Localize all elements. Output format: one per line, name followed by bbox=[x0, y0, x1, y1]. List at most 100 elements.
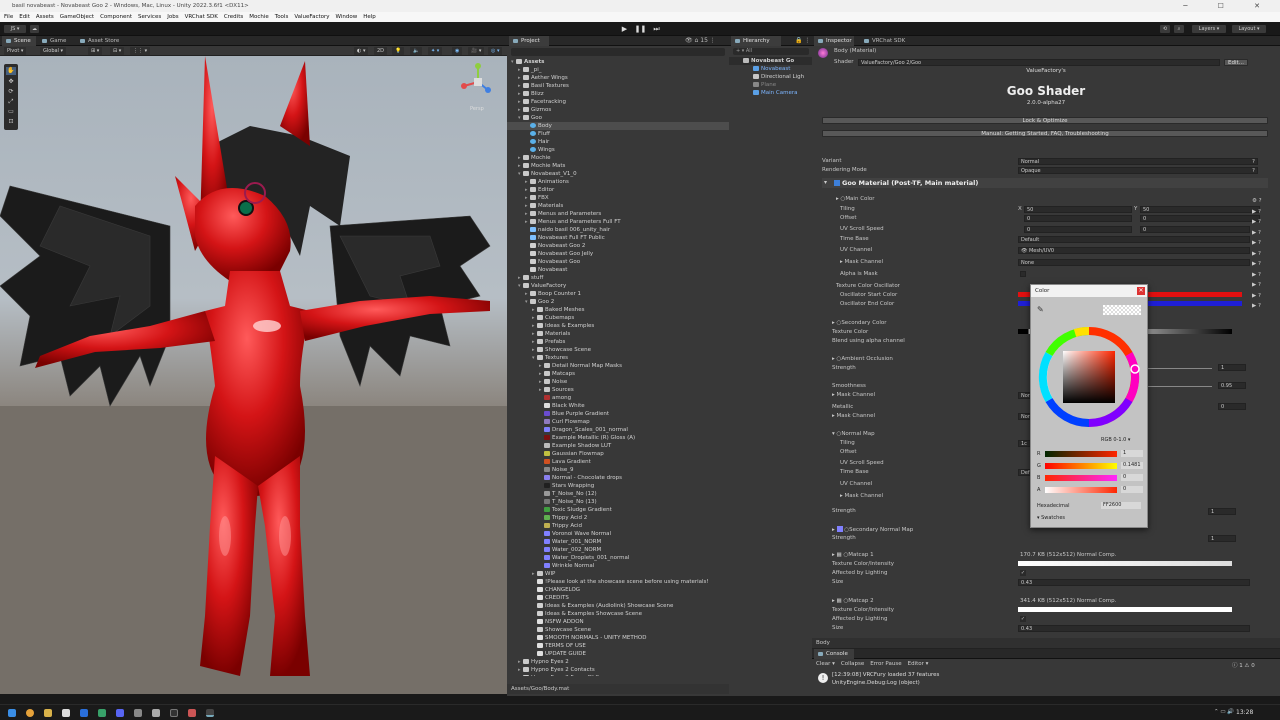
tab-inspector[interactable]: Inspector bbox=[814, 36, 854, 46]
sn-strength-field[interactable]: 1 bbox=[1208, 535, 1236, 542]
menu-credits[interactable]: Credits bbox=[224, 12, 243, 22]
hue-wheel[interactable] bbox=[1035, 323, 1143, 431]
a-slider[interactable] bbox=[1045, 487, 1117, 493]
pivot-toggle[interactable]: Pivot ▾ bbox=[4, 47, 27, 55]
tiling-y-field[interactable]: 50 bbox=[1140, 206, 1260, 213]
project-item[interactable]: Normal - Chocolate drops bbox=[507, 474, 729, 482]
app-icon-3[interactable] bbox=[98, 709, 106, 717]
project-item[interactable]: Black White bbox=[507, 402, 729, 410]
lighting-icon[interactable]: 💡 bbox=[392, 47, 405, 55]
shader-dropdown[interactable]: ValueFactory/Goo 2/Goo bbox=[858, 59, 1220, 66]
project-item[interactable]: Example Shadow LUT bbox=[507, 442, 729, 450]
console-message[interactable]: [12:39:08] VRCFury loaded 37 features bbox=[832, 672, 939, 678]
mode-2d-toggle[interactable]: 2D bbox=[374, 47, 388, 55]
tree-root[interactable]: ▾ Assets bbox=[507, 58, 729, 66]
project-item[interactable]: Showcase Scene bbox=[507, 626, 729, 634]
step-icon[interactable]: ⏭ bbox=[650, 24, 663, 34]
b-slider[interactable] bbox=[1045, 475, 1117, 481]
menu-window[interactable]: Window bbox=[336, 12, 358, 22]
project-item[interactable]: !Please look at the showcase scene befor… bbox=[507, 578, 729, 586]
mc2-color-swatch[interactable] bbox=[1018, 607, 1232, 612]
close-icon[interactable]: ✕ bbox=[1137, 287, 1145, 295]
menu-tools[interactable]: Tools bbox=[275, 12, 289, 22]
audio-icon[interactable]: 🔈 bbox=[410, 47, 423, 55]
uv-scroll-x-field[interactable]: 0 bbox=[1024, 226, 1132, 233]
r-slider[interactable] bbox=[1045, 451, 1117, 457]
offset-y-field[interactable]: 0 bbox=[1140, 215, 1260, 222]
rect-tool-icon[interactable]: ▭ bbox=[6, 108, 16, 116]
app-icon-7[interactable] bbox=[188, 709, 196, 717]
pause-icon[interactable]: ❚❚ bbox=[634, 24, 647, 34]
time-base-dropdown[interactable]: Default bbox=[1018, 236, 1250, 243]
play-icon[interactable]: ▶ bbox=[618, 24, 631, 34]
browser-icon[interactable] bbox=[26, 709, 34, 717]
tab-vrchat-sdk[interactable]: VRChat SDK bbox=[860, 36, 910, 46]
uv-scroll-y-field[interactable]: 0 bbox=[1140, 226, 1250, 233]
menu-edit[interactable]: Edit bbox=[19, 12, 30, 22]
project-search[interactable] bbox=[511, 48, 725, 56]
project-item[interactable]: CREDITS bbox=[507, 594, 729, 602]
manual-button[interactable]: Manual: Getting Started, FAQ, Troublesho… bbox=[822, 130, 1268, 137]
project-item[interactable]: ▾ Goo bbox=[507, 114, 729, 122]
project-item[interactable]: ▸ Prefabs bbox=[507, 338, 729, 346]
secondary-normal-label[interactable]: ▸ ○Secondary Normal Map bbox=[832, 526, 913, 533]
project-item[interactable]: ▸ Facetracking bbox=[507, 98, 729, 106]
cloud-icon[interactable]: ☁ bbox=[30, 25, 39, 33]
console-editor-dropdown[interactable]: Editor ▾ bbox=[908, 661, 929, 667]
layers-dropdown[interactable]: Layers ▾ bbox=[1192, 25, 1226, 33]
project-item[interactable]: T_Noise_No (12) bbox=[507, 490, 729, 498]
discord-icon[interactable] bbox=[116, 709, 124, 717]
smoothness-field[interactable]: 0.95 bbox=[1218, 382, 1246, 389]
project-item[interactable]: ▸ Hypno Eyes 2 bbox=[507, 658, 729, 666]
a-field[interactable]: 0 bbox=[1121, 486, 1143, 493]
alpha-mask-checkbox[interactable] bbox=[1020, 271, 1026, 277]
gear-icon-column[interactable]: ⚙ ? ▶ ? ▶ ? ▶ ? ▶ ? ▶ ? ▶ ? ▶ ? ▶ ? ▶ ? ▶ ? bbox=[1252, 196, 1272, 312]
console-counters[interactable]: ⓘ 1 ⚠ 0 bbox=[1232, 661, 1255, 669]
project-item[interactable]: Wrinkle Normal bbox=[507, 562, 729, 570]
section-toggle-checkbox[interactable] bbox=[834, 180, 840, 186]
project-item[interactable]: Novabeast Goo Jelly bbox=[507, 250, 729, 258]
project-item[interactable]: ▸ Matcaps bbox=[507, 370, 729, 378]
increment-snap-icon[interactable]: ⊟ ▾ bbox=[110, 47, 125, 55]
console-error-pause-button[interactable]: Error Pause bbox=[870, 661, 901, 667]
main-color-label[interactable]: ▸ ○Main Color bbox=[836, 196, 875, 202]
gizmos-icon[interactable]: ◎ ▾ bbox=[488, 47, 503, 55]
project-item[interactable]: ▸ Boop Counter 1 bbox=[507, 290, 729, 298]
project-item[interactable]: Water_001_NORM bbox=[507, 538, 729, 546]
project-item[interactable]: ▸ Blizz bbox=[507, 90, 729, 98]
global-toggle[interactable]: Global ▾ bbox=[40, 47, 67, 55]
mc1-color-swatch[interactable] bbox=[1018, 561, 1232, 566]
orientation-gizmo[interactable]: Persp bbox=[458, 62, 498, 114]
project-item[interactable]: ▸ Basil Textures bbox=[507, 82, 729, 90]
project-item[interactable]: Gaussian Flowmap bbox=[507, 450, 729, 458]
project-item[interactable]: CHANGELOG bbox=[507, 586, 729, 594]
matcap1-label[interactable]: ▸ ▦ ○Matcap 1 bbox=[832, 552, 874, 558]
tab-game[interactable]: Game bbox=[38, 36, 72, 46]
menu-help[interactable]: Help bbox=[363, 12, 376, 22]
project-item[interactable]: naido basil 006_unity_hair bbox=[507, 226, 729, 234]
snap-settings-icon[interactable]: ⋮⋮ ▾ bbox=[130, 47, 151, 55]
mc2-affected-checkbox[interactable]: ✓ bbox=[1020, 616, 1026, 622]
scale-tool-icon[interactable]: ⤢ bbox=[6, 98, 16, 106]
menu-gameobject[interactable]: GameObject bbox=[60, 12, 94, 22]
mc1-affected-checkbox[interactable]: ✓ bbox=[1020, 570, 1026, 576]
tab-project[interactable]: Project bbox=[509, 36, 549, 46]
tab-asset-store[interactable]: Asset Store bbox=[76, 36, 126, 46]
project-item[interactable]: Novabeast Goo bbox=[507, 258, 729, 266]
project-item[interactable]: ▸ Baked Meshes bbox=[507, 306, 729, 314]
console-clear-button[interactable]: Clear ▾ bbox=[816, 661, 835, 667]
project-item[interactable]: Toxic Sludge Gradient bbox=[507, 506, 729, 514]
console-collapse-button[interactable]: Collapse bbox=[841, 661, 864, 667]
project-item[interactable]: Curl Flowmap bbox=[507, 418, 729, 426]
hierarchy-item-novabeast[interactable]: Novabeast bbox=[729, 65, 812, 73]
ambient-occlusion-label[interactable]: ▸ ○Ambient Occlusion bbox=[832, 356, 893, 362]
project-item[interactable]: ▸ Mochie Mats bbox=[507, 162, 729, 170]
secondary-color-label[interactable]: ▸ ○Secondary Color bbox=[832, 320, 887, 326]
menu-vrchat-sdk[interactable]: VRChat SDK bbox=[185, 12, 218, 22]
menu-jobs[interactable]: Jobs bbox=[167, 12, 178, 22]
project-item[interactable]: ▸ Materials bbox=[507, 202, 729, 210]
app-icon-1[interactable] bbox=[62, 709, 70, 717]
tab-scene[interactable]: Scene bbox=[2, 36, 36, 46]
persp-label[interactable]: Persp bbox=[470, 106, 484, 112]
normal-map-label[interactable]: ▾ ○Normal Map bbox=[832, 431, 875, 437]
